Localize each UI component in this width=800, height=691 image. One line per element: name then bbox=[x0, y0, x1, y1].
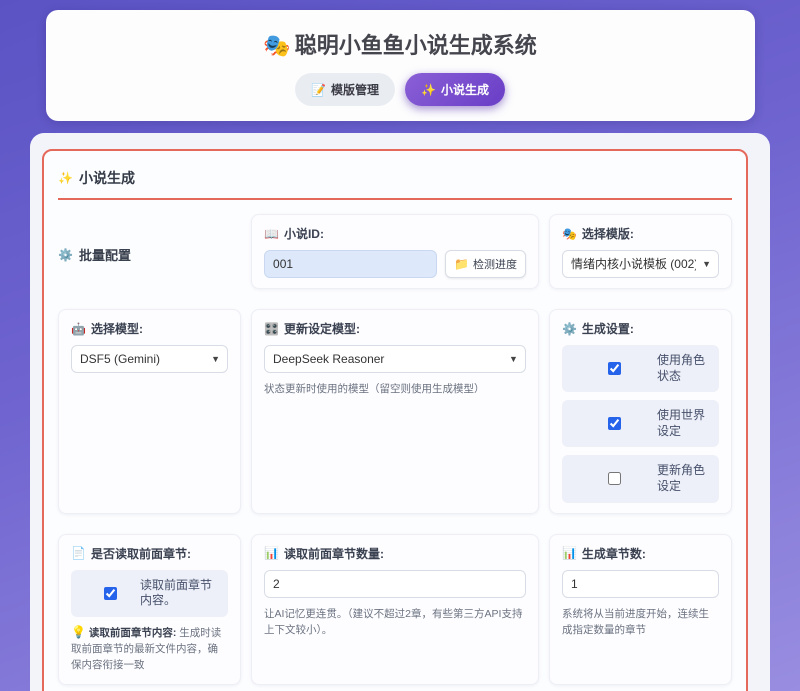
read-previous-label: 📄 是否读取前面章节: bbox=[71, 545, 228, 562]
header-card: 🎭聪明小鱼鱼小说生成系统 📝 模版管理 ✨ 小说生成 bbox=[46, 10, 755, 121]
read-previous-checkbox-label: 读取前面章节内容。 bbox=[140, 578, 218, 609]
settings-model-label-text: 更新设定模型: bbox=[284, 320, 360, 337]
section-title: ✨ 小说生成 bbox=[58, 163, 732, 200]
chapter-count-label-text: 生成章节数: bbox=[582, 545, 646, 562]
previous-count-hint: 让AI记忆更连贯。（建议不超过2章，有些第三方API支持上下文较小）。 bbox=[264, 606, 526, 639]
read-previous-panel: 📄 是否读取前面章节: 读取前面章节内容。 💡 读取前面章节内容: 生成时读取前… bbox=[58, 534, 241, 685]
novel-id-input[interactable] bbox=[264, 250, 437, 278]
batch-config-heading: ⚙️ 批量配置 bbox=[58, 214, 241, 289]
use-world-setting-label: 使用世界设定 bbox=[657, 408, 709, 439]
check-progress-button-label: 检测进度 bbox=[473, 256, 517, 272]
template-select[interactable]: 情绪内核小说模板 (002) bbox=[562, 250, 719, 278]
read-previous-row: 读取前面章节内容。 bbox=[71, 570, 228, 617]
settings-model-hint: 状态更新时使用的模型（留空则使用生成模型） bbox=[264, 381, 526, 397]
novel-generation-card: ✨ 小说生成 ⚙️ 批量配置 📖 小说ID: 📁 检测进度 bbox=[42, 149, 748, 691]
tab-novel-generation[interactable]: ✨ 小说生成 bbox=[405, 73, 505, 106]
read-previous-hint: 💡 读取前面章节内容: 生成时读取前面章节的最新文件内容，确保内容衔接一致 bbox=[71, 625, 228, 674]
tab-bar: 📝 模版管理 ✨ 小说生成 bbox=[46, 73, 755, 106]
theater-masks-icon: 🎭 bbox=[263, 33, 290, 58]
app-title-text: 聪明小鱼鱼小说生成系统 bbox=[295, 33, 537, 58]
control-knobs-icon: 🎛️ bbox=[264, 323, 279, 335]
template-label: 🎭 选择模版: bbox=[562, 225, 719, 242]
document-icon: 📄 bbox=[71, 547, 86, 559]
bar-chart-icon: 📊 bbox=[562, 547, 577, 559]
model-panel: 🤖 选择模型: DSF5 (Gemini) ▼ bbox=[58, 309, 241, 514]
novel-id-panel: 📖 小说ID: 📁 检测进度 bbox=[251, 214, 539, 289]
template-label-text: 选择模版: bbox=[582, 225, 634, 242]
generation-settings-label: ⚙️ 生成设置: bbox=[562, 320, 719, 337]
app-title: 🎭聪明小鱼鱼小说生成系统 bbox=[46, 28, 755, 60]
previous-count-panel: 📊 读取前面章节数量: 让AI记忆更连贯。（建议不超过2章，有些第三方API支持… bbox=[251, 534, 539, 685]
previous-count-label: 📊 读取前面章节数量: bbox=[264, 545, 526, 562]
config-grid: ⚙️ 批量配置 📖 小说ID: 📁 检测进度 🎭 bbox=[58, 214, 732, 685]
robot-icon: 🤖 bbox=[71, 323, 86, 335]
batch-config-heading-text: 批量配置 bbox=[79, 245, 131, 264]
gear-icon: ⚙️ bbox=[562, 323, 577, 335]
novel-id-label: 📖 小说ID: bbox=[264, 225, 526, 242]
section-title-text: 小说生成 bbox=[79, 168, 135, 188]
folder-icon: 📁 bbox=[454, 258, 469, 270]
novel-id-label-text: 小说ID: bbox=[284, 225, 324, 242]
memo-icon: 📝 bbox=[311, 84, 326, 96]
chapter-count-label: 📊 生成章节数: bbox=[562, 545, 719, 562]
tab-template-management[interactable]: 📝 模版管理 bbox=[295, 73, 395, 106]
chapter-count-panel: 📊 生成章节数: 系统将从当前进度开始，连续生成指定数量的章节 bbox=[549, 534, 732, 685]
content-shell: ✨ 小说生成 ⚙️ 批量配置 📖 小说ID: 📁 检测进度 bbox=[30, 133, 770, 691]
previous-count-input[interactable] bbox=[264, 570, 526, 598]
bar-chart-icon: 📊 bbox=[264, 547, 279, 559]
check-progress-button[interactable]: 📁 检测进度 bbox=[445, 250, 526, 278]
settings-model-select[interactable]: DeepSeek Reasoner bbox=[264, 345, 526, 373]
settings-model-panel: 🎛️ 更新设定模型: DeepSeek Reasoner ▼ 状态更新时使用的模… bbox=[251, 309, 539, 514]
tab-template-management-label: 模版管理 bbox=[331, 81, 379, 98]
sparkles-icon: ✨ bbox=[421, 84, 436, 96]
update-character-setting-label: 更新角色设定 bbox=[657, 463, 709, 494]
model-label: 🤖 选择模型: bbox=[71, 320, 228, 337]
model-label-text: 选择模型: bbox=[91, 320, 143, 337]
chapter-count-hint: 系统将从当前进度开始，连续生成指定数量的章节 bbox=[562, 606, 719, 639]
model-select[interactable]: DSF5 (Gemini) bbox=[71, 345, 228, 373]
theater-masks-icon: 🎭 bbox=[562, 228, 577, 240]
chapter-count-input[interactable] bbox=[562, 570, 719, 598]
sparkles-icon: ✨ bbox=[58, 172, 73, 184]
use-world-setting-checkbox[interactable] bbox=[608, 417, 621, 430]
book-icon: 📖 bbox=[264, 228, 279, 240]
settings-model-label: 🎛️ 更新设定模型: bbox=[264, 320, 526, 337]
tab-novel-generation-label: 小说生成 bbox=[441, 81, 489, 98]
generation-settings-panel: ⚙️ 生成设置: 使用角色状态 使用世界设定 更新角色设定 bbox=[549, 309, 732, 514]
use-character-status-row: 使用角色状态 bbox=[562, 345, 719, 392]
gear-icon: ⚙️ bbox=[58, 249, 73, 261]
read-previous-checkbox[interactable] bbox=[104, 587, 117, 600]
update-character-setting-row: 更新角色设定 bbox=[562, 455, 719, 502]
read-previous-hint-bold: 读取前面章节内容: bbox=[89, 627, 177, 639]
use-world-setting-row: 使用世界设定 bbox=[562, 400, 719, 447]
lightbulb-icon: 💡 bbox=[71, 625, 86, 639]
use-character-status-label: 使用角色状态 bbox=[657, 353, 709, 384]
read-previous-label-text: 是否读取前面章节: bbox=[91, 545, 191, 562]
generation-settings-label-text: 生成设置: bbox=[582, 320, 634, 337]
use-character-status-checkbox[interactable] bbox=[608, 362, 621, 375]
update-character-setting-checkbox[interactable] bbox=[608, 472, 621, 485]
previous-count-label-text: 读取前面章节数量: bbox=[284, 545, 384, 562]
template-panel: 🎭 选择模版: 情绪内核小说模板 (002) ▼ bbox=[549, 214, 732, 289]
